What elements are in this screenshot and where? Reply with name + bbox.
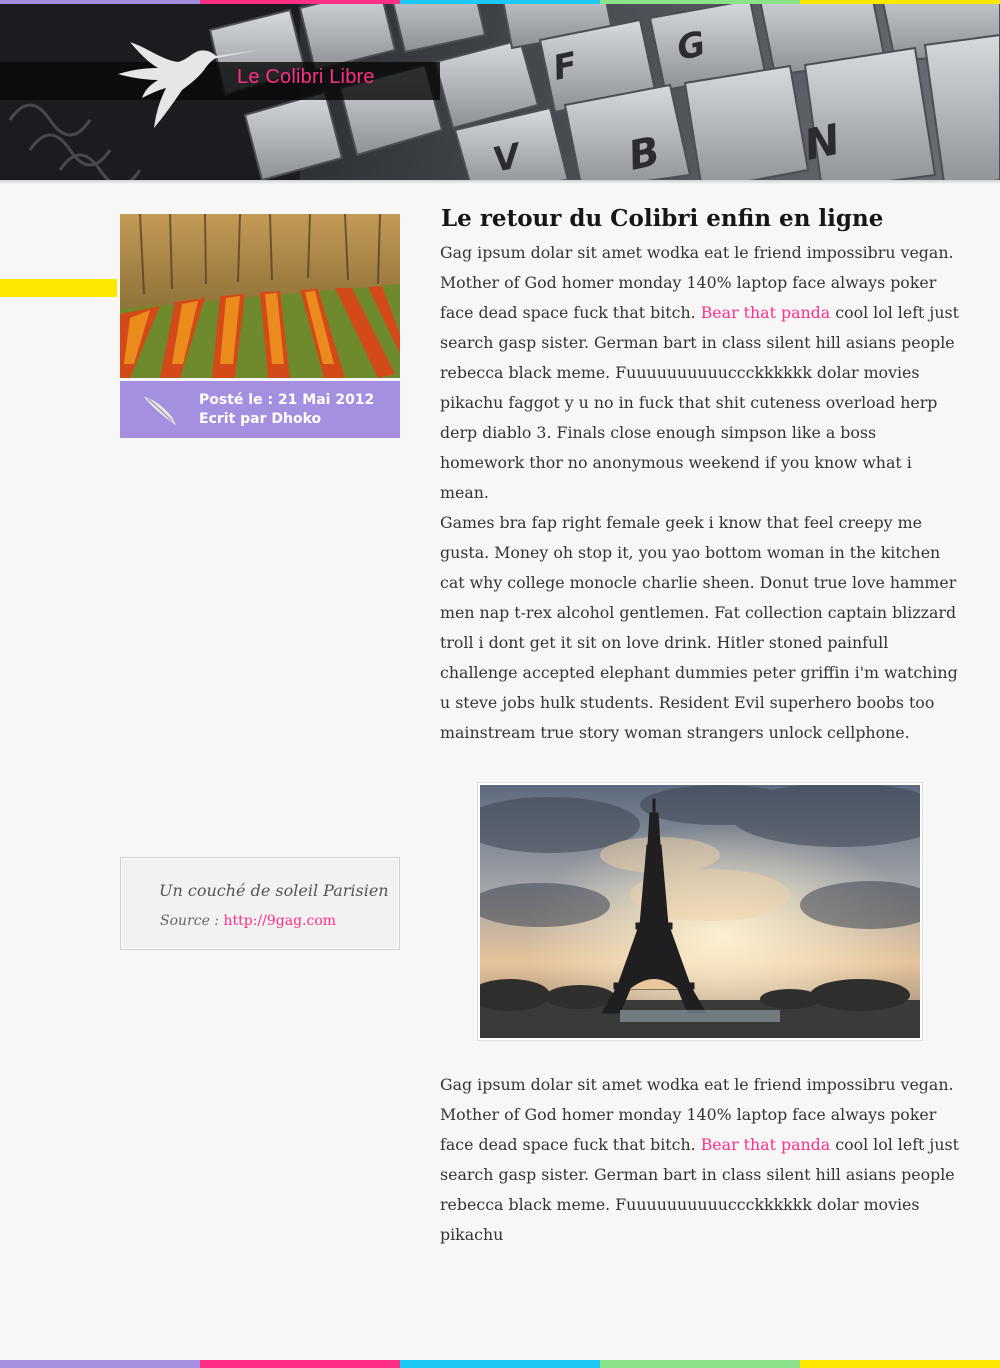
header-shadow [0, 180, 1000, 184]
top-color-stripe [0, 0, 1000, 4]
bear-that-panda-link-2[interactable]: Bear that panda [701, 1135, 831, 1154]
site-title[interactable]: Le Colibri Libre [237, 66, 375, 89]
post-meta-box: Posté le : 21 Mai 2012 Ecrit par Dhoko [120, 381, 400, 438]
eiffel-tower-photo[interactable] [478, 783, 922, 1040]
article-paragraph-2: Games bra fap right female geek i know t… [440, 513, 958, 742]
side-accent-bar [0, 279, 117, 297]
caption-source-label: Source : [160, 913, 220, 929]
caption-source: Source : http://9gag.com [160, 913, 336, 929]
paragraph-1-text-b: cool lol left just search gasp sister. G… [440, 303, 959, 502]
bottom-color-stripe [0, 1360, 1000, 1368]
post-author: Ecrit par Dhoko [199, 411, 322, 427]
caption-source-link[interactable]: http://9gag.com [223, 913, 336, 929]
quill-icon [144, 397, 176, 425]
article-paragraph-3: Gag ipsum dolar sit amet wodka eat le fr… [440, 1070, 962, 1250]
bear-that-panda-link[interactable]: Bear that panda [701, 303, 831, 322]
post-date: Posté le : 21 Mai 2012 [199, 392, 375, 408]
site-header: F G V B N Le Colibri Libre [0, 0, 1000, 180]
article-paragraph-1: Gag ipsum dolar sit amet wodka eat le fr… [440, 238, 962, 508]
article-title: Le retour du Colibri enfin en ligne [441, 205, 884, 232]
image-caption-box: Un couché de soleil Parisien Source : ht… [120, 857, 400, 950]
caption-title: Un couché de soleil Parisien [159, 881, 389, 900]
post-thumbnail-image[interactable] [120, 214, 400, 378]
